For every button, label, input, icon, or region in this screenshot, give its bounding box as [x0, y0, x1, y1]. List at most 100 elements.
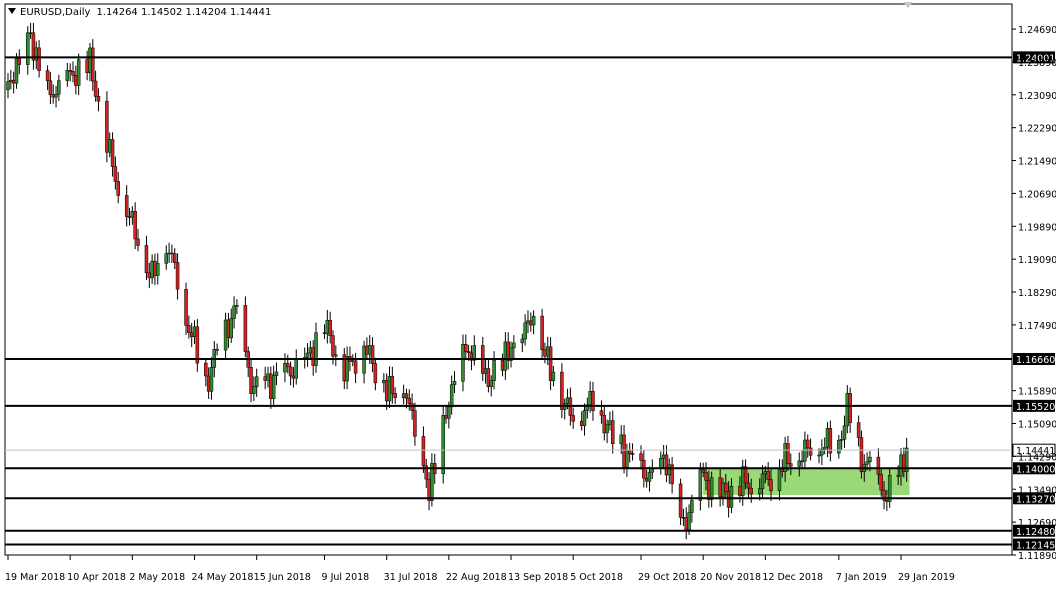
candle-body: [124, 195, 129, 217]
candle-body: [520, 338, 525, 344]
candle-body: [206, 375, 211, 392]
candle-body: [328, 319, 332, 337]
candle: [48, 72, 53, 105]
candle-body: [17, 58, 22, 65]
candle: [678, 478, 683, 525]
x-tick-label: 22 Aug 2018: [446, 572, 507, 583]
candle: [384, 373, 389, 410]
y-tick-label: 1.11890: [1018, 551, 1056, 562]
candle: [229, 308, 233, 343]
candle-body: [678, 483, 683, 518]
candle-body: [757, 488, 762, 495]
candle: [88, 42, 92, 82]
candle-body: [760, 473, 765, 489]
candlestick-chart[interactable]: 1.240011.166601.155201.140001.132701.124…: [0, 0, 1056, 589]
candle: [266, 366, 270, 388]
candle: [413, 402, 417, 446]
candle: [11, 71, 16, 94]
candle: [345, 346, 349, 390]
candle: [65, 62, 70, 87]
candle: [540, 308, 544, 360]
candle: [45, 65, 50, 91]
candle: [444, 406, 448, 424]
candle: [661, 445, 666, 469]
candle-body: [263, 376, 267, 381]
candle: [786, 435, 790, 471]
candle-body: [789, 463, 793, 467]
candle: [269, 366, 273, 409]
candle: [37, 40, 41, 78]
candle-body: [560, 371, 564, 410]
candle: [441, 405, 445, 484]
candle: [483, 358, 488, 384]
candle: [305, 343, 310, 367]
candle: [325, 309, 330, 344]
candle: [195, 319, 200, 372]
candle: [342, 348, 347, 390]
x-tick-label: 29 Oct 2018: [638, 572, 697, 583]
candle-body: [252, 386, 256, 394]
candle: [96, 88, 101, 112]
candle-body: [195, 326, 200, 364]
candle-body: [808, 447, 813, 456]
candle-body: [449, 384, 454, 408]
candle: [551, 366, 556, 387]
candle: [825, 421, 830, 458]
candle: [630, 443, 635, 461]
candle: [204, 357, 208, 387]
candle-body: [288, 366, 293, 377]
candle-body: [136, 238, 140, 246]
candle: [107, 132, 112, 158]
candle: [670, 456, 674, 494]
candle: [167, 242, 171, 263]
candle: [156, 253, 160, 285]
y-tick-label: 1.14290: [1018, 452, 1056, 463]
candle: [512, 335, 516, 359]
candle: [506, 332, 510, 370]
candle: [531, 310, 536, 335]
candle: [571, 407, 575, 430]
candle: [71, 61, 75, 83]
candle-body: [156, 263, 160, 276]
candle: [859, 430, 864, 479]
candle-body: [105, 100, 109, 153]
candle: [150, 254, 154, 284]
y-tick-label: 1.20690: [1018, 189, 1056, 200]
candle-body: [464, 344, 468, 352]
candle-body: [413, 410, 417, 437]
candle-body: [283, 363, 287, 373]
scroll-shift-marker-icon[interactable]: [903, 2, 913, 8]
candle: [848, 387, 852, 433]
candle-body: [373, 363, 378, 384]
candle-body: [286, 363, 290, 368]
candle: [28, 22, 33, 39]
candle-body: [421, 436, 426, 467]
x-tick-label: 29 Jan 2019: [898, 572, 955, 583]
dropdown-triangle-icon[interactable]: [8, 8, 16, 14]
y-tick-label: 1.12690: [1018, 518, 1056, 529]
candle-body: [588, 391, 592, 406]
candle: [805, 434, 810, 458]
candle: [401, 384, 406, 405]
y-tick-label: 1.23890: [1018, 58, 1056, 69]
candle: [622, 425, 626, 474]
candle-body: [661, 454, 666, 459]
candle-body: [684, 517, 688, 530]
candle-body: [565, 397, 570, 404]
x-tick-label: 10 Apr 2018: [67, 572, 126, 583]
candle: [215, 343, 219, 356]
candle-body: [150, 260, 154, 279]
candle: [608, 411, 612, 431]
candle-body: [384, 380, 389, 402]
candle: [644, 469, 649, 488]
candle-body: [294, 359, 298, 379]
candle: [164, 245, 169, 270]
candle: [464, 334, 468, 360]
candle: [627, 442, 632, 463]
candle-body: [622, 434, 626, 468]
chart-window[interactable]: EURUSD,Daily 1.14264 1.14502 1.14204 1.14…: [0, 0, 1056, 589]
candle-body: [226, 319, 231, 339]
candle-body: [777, 468, 782, 492]
candle: [599, 400, 604, 424]
candle-body: [71, 71, 75, 76]
